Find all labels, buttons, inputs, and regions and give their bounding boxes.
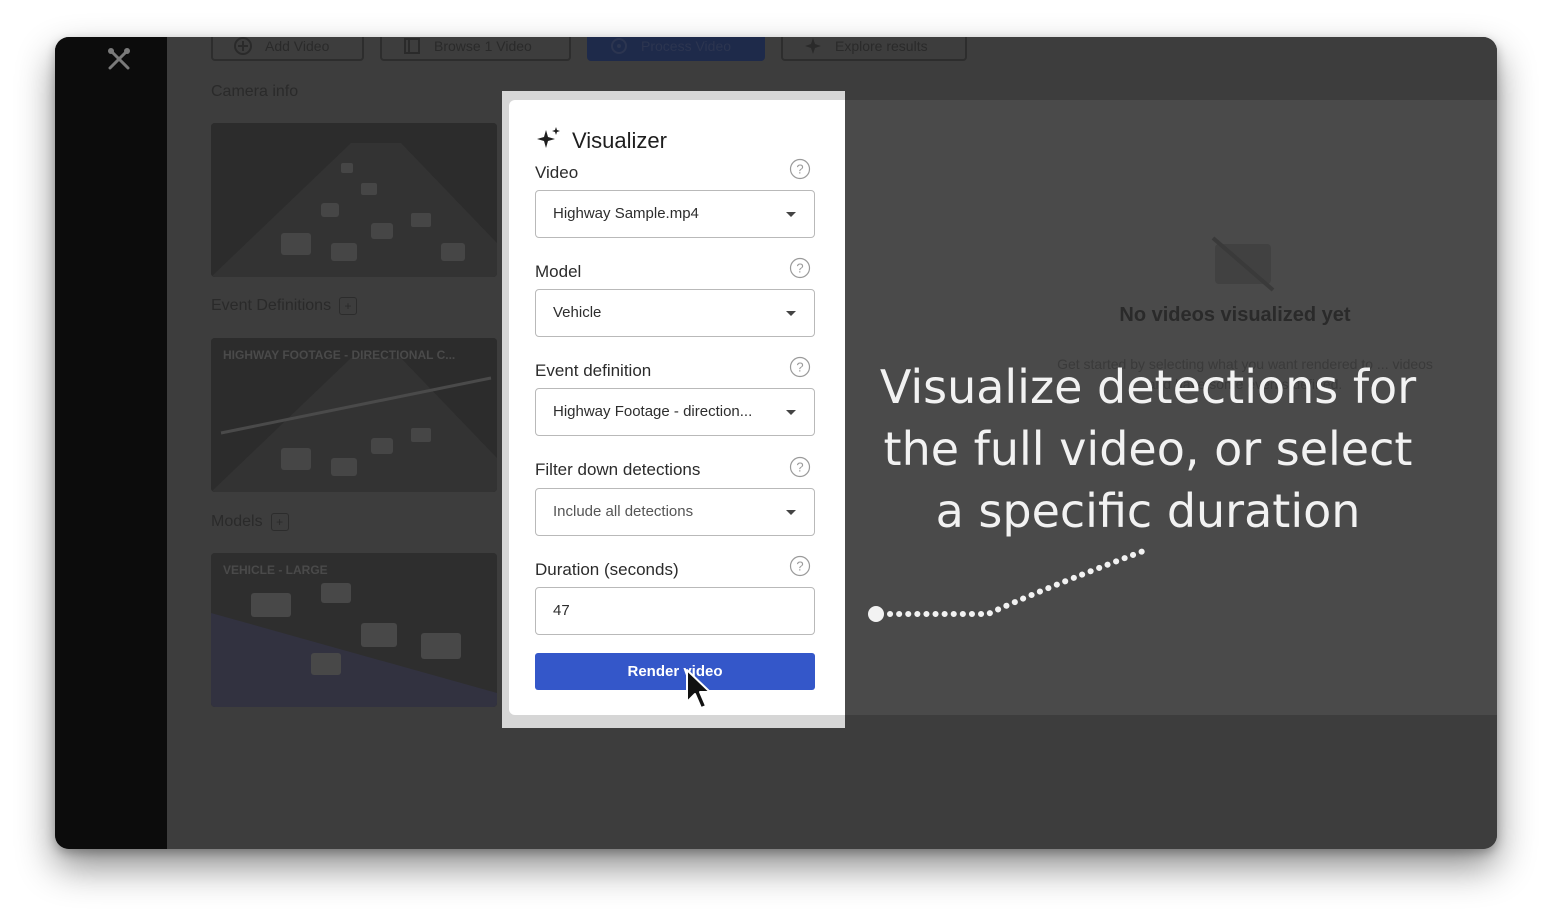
highway-image [211, 123, 497, 277]
event-definitions-label: Event Definitions [211, 297, 332, 315]
duration-value: 47 [553, 602, 570, 619]
no-video-icon [1211, 236, 1275, 292]
add-video-icon [234, 37, 252, 55]
model-select[interactable]: Vehicle [535, 289, 815, 337]
empty-state-title: No videos visualized yet [1119, 304, 1351, 326]
pointer-dotted-line [868, 547, 1149, 622]
tutorial-caption: Visualize detections for the full video,… [879, 360, 1417, 538]
help-icon[interactable]: ? [789, 555, 811, 577]
help-icon[interactable]: ? [789, 257, 811, 279]
event-definitions-heading: Event Definitions + [211, 297, 358, 315]
event-thumb-label: HIGHWAY FOOTAGE - DIRECTIONAL C... [223, 348, 456, 362]
model-thumbnail[interactable]: VEHICLE - LARGE [211, 553, 497, 707]
camera-info-heading: Camera info [211, 83, 298, 101]
filter-detections-value: Include all detections [553, 503, 694, 520]
help-icon[interactable]: ? [789, 456, 811, 478]
svg-text:?: ? [796, 559, 803, 574]
explore-icon [805, 38, 821, 54]
browse-video-button[interactable]: Browse 1 Video [380, 37, 571, 61]
duration-label: Duration (seconds) [535, 560, 679, 579]
model-thumb-label: VEHICLE - LARGE [223, 563, 328, 577]
video-label: Video [535, 163, 579, 182]
event-definition-label: Event definition [535, 361, 652, 380]
video-select[interactable]: Highway Sample.mp4 [535, 190, 815, 238]
event-thumbnail[interactable]: HIGHWAY FOOTAGE - DIRECTIONAL C... [211, 338, 497, 492]
process-video-button[interactable]: Process Video [587, 37, 765, 61]
process-video-label: Process Video [641, 38, 732, 54]
add-video-button[interactable]: Add Video [211, 37, 364, 61]
duration-input[interactable]: 47 [535, 587, 815, 635]
filter-detections-label: Filter down detections [535, 460, 701, 479]
explore-results-label: Explore results [835, 38, 928, 54]
chevron-down-icon [786, 212, 796, 217]
help-icon[interactable]: ? [789, 158, 811, 180]
svg-text:?: ? [796, 360, 803, 375]
svg-text:?: ? [796, 261, 803, 276]
add-event-icon[interactable]: + [339, 297, 358, 315]
chevron-down-icon [786, 510, 796, 515]
process-icon [611, 38, 627, 54]
cursor-icon [686, 669, 711, 709]
chevron-down-icon [786, 311, 796, 316]
model-label: Model [535, 262, 582, 281]
browse-video-label: Browse 1 Video [434, 38, 532, 54]
video-select-value: Highway Sample.mp4 [553, 205, 699, 222]
visualizer-panel: Visualizer Video ? Highway Sample.mp4 Mo… [509, 100, 845, 715]
tools-icon[interactable] [105, 45, 133, 73]
add-model-icon[interactable]: + [270, 513, 289, 531]
models-heading: Models + [211, 513, 289, 531]
svg-text:?: ? [796, 162, 803, 177]
sparkle-icon [537, 127, 560, 148]
filter-detections-select[interactable]: Include all detections [535, 488, 815, 536]
browse-icon [404, 38, 420, 54]
chevron-down-icon [786, 410, 796, 415]
render-video-button[interactable]: Render video [535, 653, 815, 690]
explore-results-button[interactable]: Explore results [781, 37, 967, 61]
event-definition-select[interactable]: Highway Footage - direction... [535, 388, 815, 436]
add-video-label: Add Video [265, 38, 330, 54]
camera-thumbnail[interactable] [211, 123, 497, 277]
camera-info-label: Camera info [211, 83, 299, 100]
model-select-value: Vehicle [553, 304, 602, 321]
svg-text:?: ? [796, 460, 803, 475]
sidebar [55, 37, 167, 849]
models-label: Models [211, 513, 263, 531]
help-icon[interactable]: ? [789, 356, 811, 378]
event-definition-value: Highway Footage - direction... [553, 403, 753, 420]
visualizer-title: Visualizer [572, 128, 667, 153]
